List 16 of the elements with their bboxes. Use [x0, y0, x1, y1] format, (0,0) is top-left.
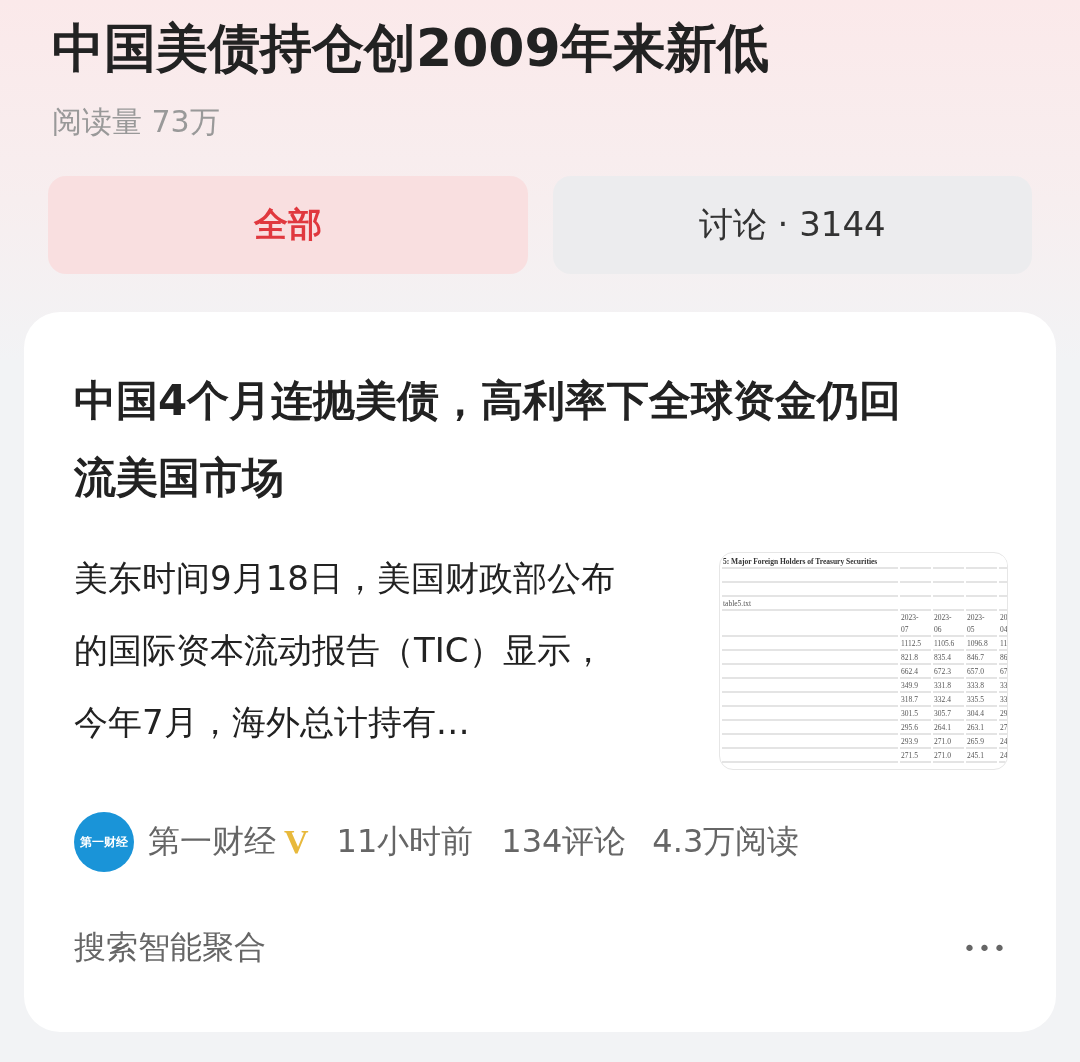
source-avatar[interactable]: 第一财经	[74, 812, 134, 872]
source-name[interactable]: 第一财经	[148, 820, 276, 864]
article-headline[interactable]: 中国4个月连抛美债，高利率下全球资金仍回流美国市场	[74, 362, 934, 516]
tab[interactable]: 讨论 · 3144	[552, 176, 1032, 274]
tab[interactable]: 全部	[48, 176, 528, 274]
read-count: 4.3万阅读	[652, 821, 800, 862]
article-card[interactable]	[24, 312, 1056, 1032]
verified-label: V	[284, 823, 309, 861]
article-snippet: 美东时间9月18日，美国财政部公布的国际资本流动报告（TIC）显示，今年7月，海外总计持有…	[74, 557, 616, 744]
post-time: 11小时前	[336, 821, 474, 862]
article-thumbnail[interactable]	[719, 552, 1008, 770]
comment-count: 134评论	[501, 821, 627, 862]
more-button[interactable]: •••	[963, 935, 1008, 961]
read-count: 阅读量 73万	[52, 103, 221, 141]
footer-label: 搜索智能聚合	[74, 927, 266, 968]
topic-title: 中国美债持仓创2009年来新低	[52, 17, 770, 80]
